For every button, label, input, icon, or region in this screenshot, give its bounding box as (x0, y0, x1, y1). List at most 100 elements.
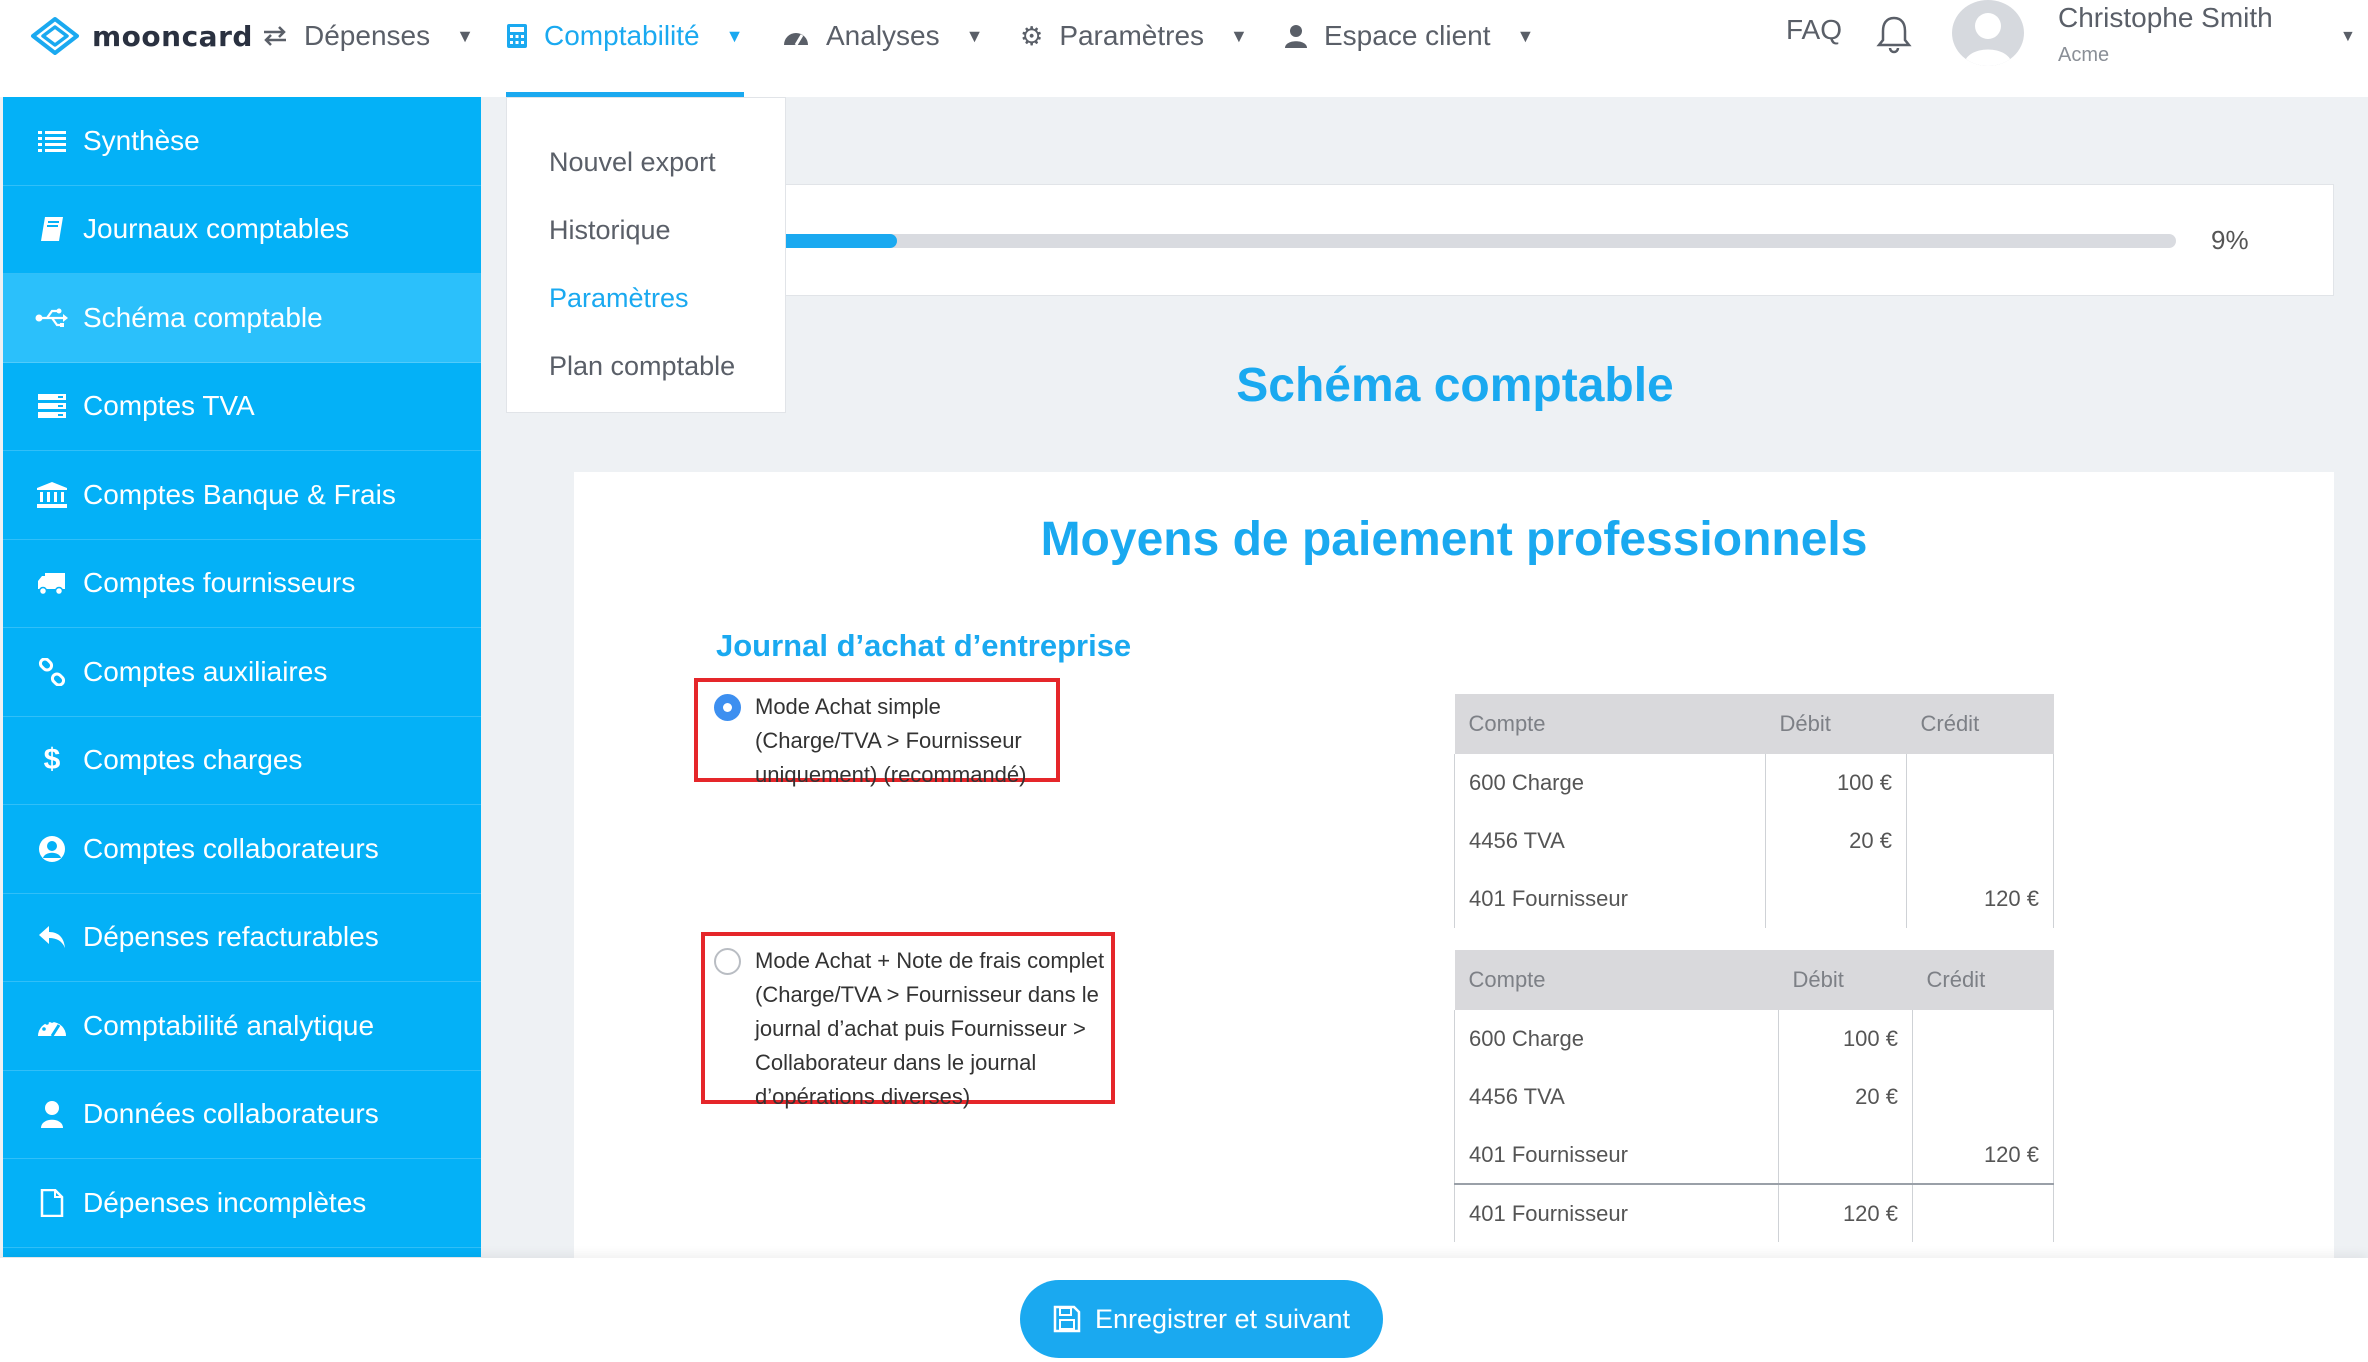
sidebar-item-collaborateurs[interactable]: Comptes collaborateurs (3, 805, 481, 894)
table-row: 4456 TVA 20 € (1454, 1068, 2054, 1126)
nav-analyses-label: Analyses (826, 20, 940, 51)
nav-espace-client[interactable]: Espace client ▼ (1284, 12, 1534, 60)
sidebar-item-charges[interactable]: $ Comptes charges (3, 717, 481, 805)
sidebar-item-label: Journaux comptables (83, 213, 350, 245)
sidebar-item-analytique[interactable]: Comptabilité analytique (3, 982, 481, 1071)
gauge-icon (35, 1014, 69, 1038)
table-cell (1765, 870, 1907, 928)
comptabilite-dropdown-menu: Nouvel export Historique Paramètres Plan… (506, 97, 786, 413)
sidebar-item-synthese[interactable]: Synthèse (3, 97, 481, 186)
sidebar-item-fournisseurs[interactable]: Comptes fournisseurs (3, 540, 481, 628)
chevron-down-icon: ▼ (725, 25, 744, 46)
nav-parametres[interactable]: ⚙ Paramètres ▼ (1020, 12, 1248, 60)
chevron-down-icon: ▼ (1516, 25, 1535, 46)
progress-percent: 9% (2211, 225, 2249, 255)
mooncard-logo[interactable]: mooncard (30, 14, 253, 58)
option-label: Mode Achat simple (Charge/TVA > Fourniss… (755, 694, 1027, 787)
table-cell: 401 Fournisseur (1454, 870, 1766, 928)
table-cell (1778, 1126, 1913, 1184)
table-row: 600 Charge 100 € (1454, 1010, 2054, 1068)
sidebar-item-tva[interactable]: Comptes TVA (3, 363, 481, 451)
truck-icon (35, 571, 69, 596)
chevron-down-icon[interactable]: ▼ (2340, 28, 2356, 46)
sidebar-item-banque[interactable]: Comptes Banque & Frais (3, 451, 481, 540)
progress-fill (771, 234, 898, 248)
user-name[interactable]: Christophe Smith (2058, 2, 2273, 34)
list-icon (35, 130, 69, 152)
sidebar-item-label: Comptes auxiliaires (83, 655, 328, 687)
bank-icon (35, 481, 69, 508)
progress-bar (771, 234, 2176, 248)
bell-icon[interactable] (1876, 14, 1912, 59)
table-cell: 4456 TVA (1454, 1068, 1779, 1126)
menu-item-nouvel-export[interactable]: Nouvel export (507, 128, 785, 196)
menu-item-parametres[interactable]: Paramètres (507, 264, 785, 332)
table-cell: 20 € (1765, 812, 1907, 870)
progress-card: 9% (610, 184, 2334, 296)
page-title: Schéma comptable (1236, 359, 1674, 412)
sidebar-item-label: Dépenses incomplètes (83, 1186, 367, 1218)
sidebar-item-label: Données collaborateurs (83, 1098, 379, 1130)
table-cell: 401 Fournisseur (1454, 1183, 1779, 1242)
table-cell (1912, 1010, 2054, 1068)
avatar[interactable] (1952, 0, 2024, 66)
save-and-next-button[interactable]: Enregistrer et suivant (1020, 1280, 1383, 1358)
server-stack-icon (35, 394, 69, 419)
table-cell: 600 Charge (1454, 1010, 1779, 1068)
table-cell: 20 € (1778, 1068, 1913, 1126)
chevron-down-icon: ▼ (456, 25, 474, 46)
usb-schema-icon (35, 307, 69, 329)
sidebar-item-journaux[interactable]: Journaux comptables (3, 186, 481, 274)
user-company: Acme (2058, 44, 2110, 66)
menu-item-historique[interactable]: Historique (507, 196, 785, 264)
user-circle-icon (35, 835, 69, 863)
nav-parametres-label: Paramètres (1059, 20, 1205, 51)
radio-button-checked[interactable] (714, 694, 741, 721)
sidebar-item-schema[interactable]: Schéma comptable (3, 274, 481, 363)
reply-arrow-icon (35, 925, 69, 949)
user-icon (1285, 25, 1307, 48)
dollar-icon: $ (43, 743, 61, 777)
chevron-down-icon: ▼ (965, 25, 984, 46)
sidebar-item-label: Comptes TVA (83, 390, 255, 422)
sidebar-item-label: Comptabilité analytique (83, 1009, 375, 1041)
nav-comptabilite-label: Comptabilité (544, 20, 700, 51)
section-title: Moyens de paiement professionnels (1040, 513, 1868, 566)
option-label: Mode Achat + Note de frais complet (Char… (755, 948, 1105, 1109)
mooncard-logo-icon (31, 17, 79, 55)
bottom-action-bar: Enregistrer et suivant (0, 1258, 2368, 1362)
table-header: Crédit (1906, 694, 2054, 754)
nav-depenses[interactable]: Dépenses ▼ (262, 12, 474, 60)
table-cell: 600 Charge (1454, 754, 1766, 812)
table-cell: 120 € (1906, 870, 2054, 928)
nav-comptabilite[interactable]: Comptabilité ▼ (506, 12, 743, 60)
sidebar-item-label: Comptes charges (83, 744, 303, 776)
sidebar-item-donnees[interactable]: Données collaborateurs (3, 1071, 481, 1159)
gear-icon: ⚙ (1020, 20, 1044, 51)
table-row: 401 Fournisseur 120 € (1454, 1183, 2054, 1242)
sidebar-item-refacturables[interactable]: Dépenses refacturables (3, 894, 481, 982)
table-cell: 401 Fournisseur (1454, 1126, 1779, 1184)
radio-option-achat-note-de-frais[interactable]: Mode Achat + Note de frais complet (Char… (714, 944, 1109, 1114)
sidebar-item-label: Schéma comptable (83, 301, 323, 333)
table-cell: 120 € (1912, 1126, 2054, 1184)
sidebar-item-incompletes[interactable]: Dépenses incomplètes (3, 1159, 481, 1248)
save-button-label: Enregistrer et suivant (1094, 1303, 1351, 1334)
sidebar-item-label: Synthèse (83, 124, 200, 156)
table-header: Compte (1454, 694, 1766, 754)
nav-analyses[interactable]: Analyses ▼ (782, 12, 983, 60)
sidebar-item-auxiliaires[interactable]: Comptes auxiliaires (3, 628, 481, 717)
table-row: 401 Fournisseur 120 € (1454, 1126, 2054, 1184)
nav-depenses-label: Dépenses (304, 20, 431, 51)
calculator-icon (507, 24, 527, 48)
radio-button[interactable] (714, 948, 741, 975)
table-cell (1906, 754, 2054, 812)
menu-item-plan-comptable[interactable]: Plan comptable (507, 332, 785, 400)
radio-option-achat-simple[interactable]: Mode Achat simple (Charge/TVA > Fourniss… (714, 690, 1050, 792)
table-cell (1912, 1183, 2054, 1242)
table-cell: 4456 TVA (1454, 812, 1766, 870)
book-icon (35, 216, 69, 242)
sidebar-item-label: Comptes collaborateurs (83, 832, 379, 864)
faq-link[interactable]: FAQ (1786, 14, 1842, 46)
table-header: Compte (1454, 950, 1779, 1010)
